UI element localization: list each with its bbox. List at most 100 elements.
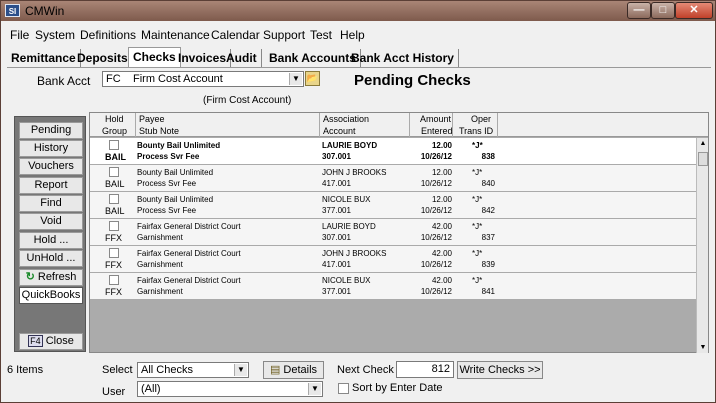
- table-row[interactable]: FFX Fairfax General District Court Garni…: [90, 246, 696, 273]
- chevron-down-icon: ▼: [308, 383, 321, 395]
- col-separator: [452, 113, 453, 137]
- tab-checks[interactable]: Checks: [128, 47, 181, 67]
- cell-account: 377.001: [322, 206, 351, 215]
- cell-association: NICOLE BUX: [322, 276, 371, 285]
- cell-payee: Fairfax General District Court: [137, 249, 241, 258]
- cell-oper: *J*: [472, 195, 483, 204]
- unhold-button[interactable]: UnHold ...: [19, 250, 83, 267]
- cell-amount: 42.00: [431, 276, 452, 285]
- minimize-button[interactable]: —: [627, 2, 651, 19]
- table-row[interactable]: FFX Fairfax General District Court Garni…: [90, 219, 696, 246]
- cell-group: BAIL: [105, 179, 125, 189]
- cell-trans-id: 840: [481, 179, 495, 188]
- table-row[interactable]: BAIL Bounty Bail Unlimited Process Svr F…: [90, 138, 696, 165]
- scroll-down-icon[interactable]: ▼: [697, 342, 709, 353]
- user-dropdown[interactable]: (All) ▼: [137, 381, 323, 397]
- menu-file[interactable]: File: [10, 28, 29, 42]
- cell-payee: Bounty Bail Unlimited: [137, 141, 221, 150]
- cell-group: FFX: [105, 260, 122, 270]
- cell-association: NICOLE BUX: [322, 195, 371, 204]
- bank-acct-label: Bank Acct: [37, 74, 91, 88]
- tab-bank-acct-history[interactable]: Bank Acct History: [347, 49, 459, 67]
- next-check-input[interactable]: 812: [396, 361, 454, 378]
- cell-oper: *J*: [472, 276, 483, 285]
- col-group[interactable]: Group: [102, 126, 127, 137]
- table-row[interactable]: BAIL Bounty Bail Unlimited Process Svr F…: [90, 192, 696, 219]
- cell-stub-note: Garnishment: [137, 287, 183, 296]
- cell-trans-id: 841: [481, 287, 495, 296]
- select-label: Select: [102, 364, 133, 376]
- col-stub-note[interactable]: Stub Note: [139, 126, 179, 137]
- refresh-button[interactable]: ↻ Refresh: [19, 269, 83, 286]
- hold-checkbox[interactable]: [109, 194, 119, 204]
- quickbooks-button[interactable]: QuickBooks: [19, 287, 83, 304]
- col-entered[interactable]: Entered: [421, 126, 453, 137]
- report-button[interactable]: Report: [19, 177, 83, 194]
- cell-stub-note: Garnishment: [137, 233, 183, 242]
- tab-audit[interactable]: Audit: [222, 49, 262, 67]
- menu-maintenance[interactable]: Maintenance: [141, 28, 210, 42]
- vertical-scrollbar[interactable]: ▲ ▼: [696, 138, 708, 353]
- vouchers-button[interactable]: Vouchers: [19, 158, 83, 175]
- tab-remittance[interactable]: Remittance: [7, 49, 81, 67]
- cell-payee: Fairfax General District Court: [137, 276, 241, 285]
- menu-system[interactable]: System: [35, 28, 75, 42]
- page-title: Pending Checks: [354, 72, 471, 89]
- pending-button[interactable]: Pending: [19, 122, 83, 139]
- close-window-button[interactable]: ✕: [675, 2, 713, 19]
- close-label: Close: [45, 335, 74, 347]
- bank-acct-caption: (Firm Cost Account): [203, 95, 292, 106]
- details-button[interactable]: ▤ Details: [263, 361, 324, 379]
- cell-group: FFX: [105, 233, 122, 243]
- hold-checkbox[interactable]: [109, 140, 119, 150]
- col-amount[interactable]: Amount: [420, 114, 451, 125]
- menu-support[interactable]: Support: [263, 28, 305, 42]
- menu-calendar[interactable]: Calendar: [211, 28, 260, 42]
- col-hold[interactable]: Hold: [105, 114, 124, 125]
- cell-payee: Bounty Bail Unlimited: [137, 168, 214, 177]
- details-icon: ▤: [269, 364, 281, 376]
- col-payee[interactable]: Payee: [139, 114, 165, 125]
- tab-divider: [7, 67, 711, 68]
- scroll-thumb[interactable]: [698, 152, 708, 166]
- user-value: (All): [141, 383, 161, 395]
- cell-entered: 10/26/12: [420, 287, 452, 296]
- cell-group: BAIL: [105, 152, 126, 162]
- menu-help[interactable]: Help: [340, 28, 365, 42]
- scroll-up-icon[interactable]: ▲: [697, 138, 709, 149]
- col-association[interactable]: Association: [323, 114, 369, 125]
- folder-open-icon[interactable]: 📂: [305, 71, 320, 86]
- sort-by-enter-date-label: Sort by Enter Date: [352, 382, 443, 394]
- bank-acct-select[interactable]: FC Firm Cost Account ▼: [102, 71, 304, 87]
- sort-by-enter-date-checkbox[interactable]: [338, 383, 349, 394]
- void-button[interactable]: Void: [19, 213, 83, 230]
- hold-checkbox[interactable]: [109, 275, 119, 285]
- cell-amount: 12.00: [431, 195, 452, 204]
- cell-account: 307.001: [322, 233, 351, 242]
- close-button[interactable]: F4 Close: [19, 333, 83, 350]
- title-bar: SI CMWin — □ ✕: [1, 1, 715, 21]
- find-button[interactable]: Find: [19, 195, 83, 212]
- history-button[interactable]: History: [19, 140, 83, 157]
- write-checks-button[interactable]: Write Checks >>: [457, 361, 543, 379]
- details-label: Details: [283, 364, 318, 376]
- hold-checkbox[interactable]: [109, 221, 119, 231]
- maximize-button[interactable]: □: [651, 2, 675, 19]
- col-account[interactable]: Account: [323, 126, 356, 137]
- cell-stub-note: Process Svr Fee: [137, 179, 197, 188]
- table-row[interactable]: FFX Fairfax General District Court Garni…: [90, 273, 696, 300]
- table-row[interactable]: BAIL Bounty Bail Unlimited Process Svr F…: [90, 165, 696, 192]
- cell-entered: 10/26/12: [420, 179, 452, 188]
- menu-test[interactable]: Test: [310, 28, 332, 42]
- hold-checkbox[interactable]: [109, 248, 119, 258]
- col-trans-id[interactable]: Trans ID: [459, 126, 493, 137]
- tab-deposits[interactable]: Deposits: [73, 49, 133, 67]
- hold-checkbox[interactable]: [109, 167, 119, 177]
- cell-entered: 10/26/12: [420, 233, 452, 242]
- cell-payee: Fairfax General District Court: [137, 222, 241, 231]
- col-oper[interactable]: Oper: [471, 114, 491, 125]
- hold-button[interactable]: Hold ...: [19, 232, 83, 249]
- select-dropdown[interactable]: All Checks ▼: [137, 362, 249, 378]
- menu-definitions[interactable]: Definitions: [80, 28, 136, 42]
- cell-account: 417.001: [322, 260, 351, 269]
